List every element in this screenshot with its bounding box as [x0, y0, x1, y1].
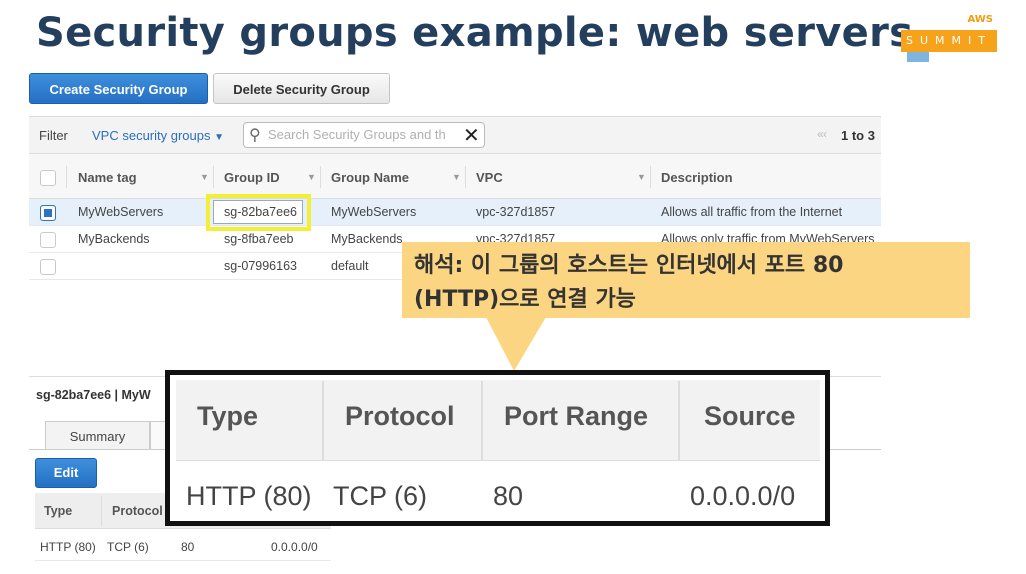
column-divider — [213, 166, 214, 188]
column-divider — [650, 166, 651, 188]
column-divider — [320, 166, 321, 188]
caret-down-icon[interactable]: ▼ — [200, 172, 209, 182]
zoomed-rule-source: 0.0.0.0/0 — [690, 481, 796, 511]
search-icon: ⚲ — [249, 127, 261, 144]
clear-search-icon[interactable]: ✕ — [463, 123, 480, 148]
zoomed-column-source: Source — [704, 401, 796, 431]
callout-line-2: (HTTP)으로 연결 가능 — [414, 287, 636, 312]
detail-panel-title: sg-82ba7ee6 | MyW — [36, 388, 151, 402]
filter-select[interactable]: VPC security groups ▼ — [92, 128, 224, 143]
filter-label: Filter — [39, 128, 68, 143]
slide-title: Security groups example: web servers — [36, 10, 914, 56]
logo-tag — [907, 52, 929, 62]
rules-column-protocol: Protocol — [112, 504, 163, 518]
zoomed-rule-protocol: TCP (6) — [333, 481, 428, 511]
delete-security-group-button[interactable]: Delete Security Group — [213, 73, 390, 104]
cell-name-tag: MyWebServers — [78, 205, 164, 219]
cell-group-id: sg-07996163 — [224, 259, 297, 273]
row-checkbox[interactable] — [40, 259, 56, 275]
callout-pointer — [486, 317, 546, 371]
column-divider — [66, 166, 67, 188]
tab-summary[interactable]: Summary — [45, 421, 150, 450]
cell-group-name: MyBackends — [331, 232, 403, 246]
column-group-id[interactable]: Group ID — [224, 170, 280, 185]
column-vpc[interactable]: VPC — [476, 170, 503, 185]
callout-text: 해석: 이 그룹의 호스트는 인터넷에서 포트 80 (HTTP)으로 연결 가… — [414, 249, 964, 317]
search-placeholder: Search Security Groups and th — [268, 127, 446, 142]
rules-column-type: Type — [44, 504, 73, 518]
caret-down-icon[interactable]: ▼ — [452, 172, 461, 182]
column-divider — [481, 381, 483, 461]
zoomed-column-protocol: Protocol — [345, 401, 455, 431]
row-checkbox[interactable] — [40, 205, 56, 221]
cell-description: Allows all traffic from the Internet — [661, 205, 843, 219]
rule-protocol: TCP (6) — [107, 540, 149, 554]
column-description[interactable]: Description — [661, 170, 733, 185]
caret-down-icon[interactable]: ▼ — [637, 172, 646, 182]
pager-prev-icons[interactable]: « ‹ — [817, 127, 827, 141]
cell-group-id: sg-8fba7eeb — [224, 232, 294, 246]
rule-type: HTTP (80) — [40, 540, 96, 554]
edit-button[interactable]: Edit — [35, 458, 97, 488]
aws-summit-logo: AWS SUMMIT — [901, 14, 997, 64]
chevron-down-icon: ▼ — [214, 132, 225, 143]
zoomed-rule-table: Type Protocol Port Range Source HTTP (80… — [165, 370, 830, 526]
cell-group-name: default — [331, 259, 369, 273]
pager-range: 1 to 3 — [841, 128, 875, 143]
zoomed-rule-type: HTTP (80) — [186, 481, 312, 511]
rule-source: 0.0.0.0/0 — [271, 540, 318, 554]
caret-down-icon[interactable]: ▼ — [307, 172, 316, 182]
zoomed-rule-port-range: 80 — [493, 481, 524, 511]
callout-line-1: 해석: 이 그룹의 호스트는 인터넷에서 포트 80 — [414, 253, 844, 278]
create-security-group-button[interactable]: Create Security Group — [29, 73, 208, 104]
column-divider — [322, 381, 324, 461]
column-divider — [678, 381, 680, 461]
cell-group-name: MyWebServers — [331, 205, 417, 219]
select-all-checkbox[interactable] — [40, 170, 56, 186]
zoomed-column-port-range: Port Range — [504, 401, 649, 431]
rule-port-range: 80 — [181, 540, 195, 554]
column-group-name[interactable]: Group Name — [331, 170, 409, 185]
cell-name-tag: MyBackends — [78, 232, 150, 246]
column-divider — [465, 166, 466, 188]
logo-aws-text: AWS — [967, 14, 993, 25]
zoomed-column-type: Type — [197, 401, 259, 431]
filter-select-value: VPC security groups — [92, 128, 211, 143]
row-checkbox[interactable] — [40, 232, 56, 248]
logo-summit-text: SUMMIT — [901, 30, 997, 52]
cell-vpc[interactable]: vpc-327d1857 — [476, 205, 555, 219]
column-name-tag[interactable]: Name tag — [78, 170, 137, 185]
column-divider — [101, 496, 102, 526]
